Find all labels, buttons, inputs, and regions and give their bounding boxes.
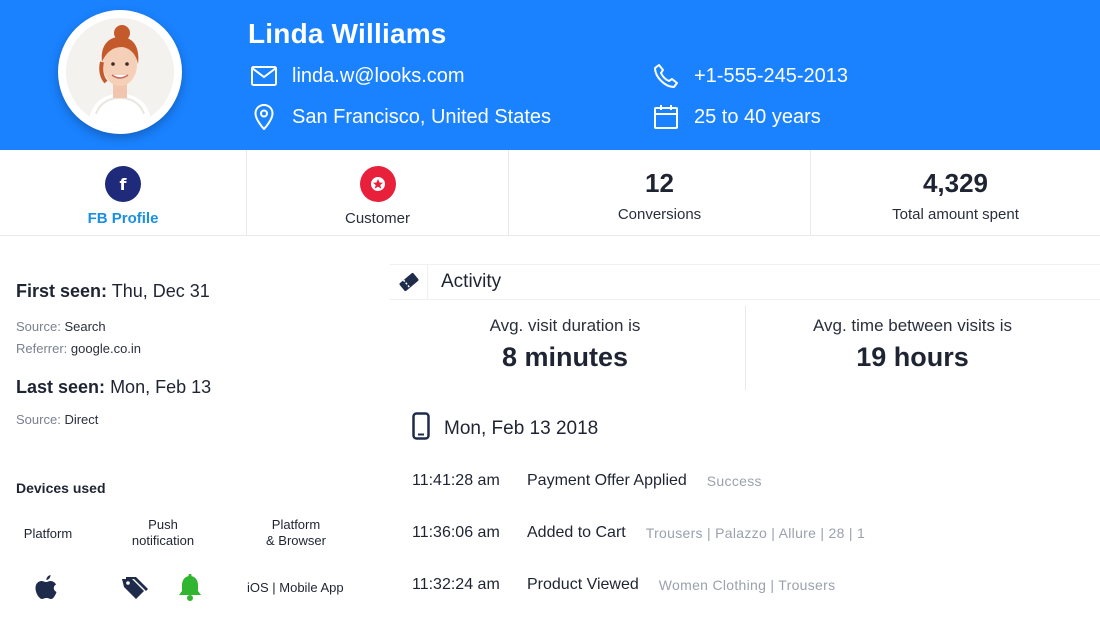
email-text[interactable]: linda.w@looks.com — [292, 65, 465, 88]
stat-conversions: 12 Conversions — [509, 150, 811, 236]
avatar-ring — [58, 10, 182, 134]
phone-row: +1-555-245-2013 — [652, 62, 848, 90]
location-text: San Francisco, United States — [292, 105, 552, 128]
event-time: 11:36:06 am — [412, 524, 500, 541]
devices-title: Devices used — [16, 480, 106, 496]
col-push-line1: Push — [148, 517, 178, 532]
stats-row: f FB Profile Customer 12 Conversions 4,3… — [0, 150, 1100, 236]
location-pin-icon — [250, 103, 278, 131]
first-seen-source: Source: Search — [16, 319, 106, 334]
apple-icon — [32, 574, 60, 602]
avg-visit-value: 8 minutes — [501, 342, 629, 372]
last-seen-value: Mon, Feb 13 — [110, 377, 212, 397]
profile-header: Linda Williams linda.w@looks.com San Fra… — [0, 0, 1100, 150]
stat-fb-profile[interactable]: f FB Profile — [0, 150, 247, 236]
source-value: Search — [64, 319, 106, 334]
activity-date-row: Mon, Feb 13 2018 — [412, 412, 598, 445]
conversions-value: 12 — [645, 168, 674, 198]
ticket-icon — [390, 265, 428, 299]
source-value: Direct — [64, 412, 99, 427]
stat-total-spent: 4,329 Total amount spent — [811, 150, 1100, 236]
tags-icon — [120, 574, 150, 602]
user-photo — [66, 18, 174, 126]
avg-visit-caption: Avg. visit duration is — [489, 316, 641, 335]
phone-icon — [652, 62, 680, 90]
event-name: Added to Cart — [527, 524, 626, 541]
avg-divider — [745, 306, 746, 390]
avg-between-value: 19 hours — [856, 342, 969, 372]
event-row[interactable]: 11:32:24 am Product Viewed Women Clothin… — [412, 573, 835, 597]
customer-label: Customer — [344, 210, 411, 227]
col-pb-line1: Platform — [271, 517, 321, 532]
event-row[interactable]: 11:41:28 am Payment Offer Applied Succes… — [412, 469, 762, 493]
location-row: San Francisco, United States — [250, 103, 551, 131]
event-time: 11:41:28 am — [412, 472, 500, 489]
referrer-value: google.co.in — [70, 341, 142, 356]
referrer-label: Referrer: — [16, 341, 68, 356]
event-time: 11:32:24 am — [412, 576, 500, 593]
mail-icon — [250, 62, 278, 90]
col-push-line2: notification — [131, 533, 195, 548]
activity-header: Activity — [390, 264, 1100, 300]
event-name: Product Viewed — [527, 576, 639, 593]
col-platform: Platform — [23, 526, 73, 541]
last-seen-source: Source: Direct — [16, 412, 98, 427]
svg-text:f: f — [120, 175, 128, 194]
platform-browser-value: iOS | Mobile App — [247, 580, 344, 595]
avg-between-caption: Avg. time between visits is — [812, 316, 1013, 335]
source-label: Source: — [16, 319, 61, 334]
visitor-summary-panel: First seen: Thu, Dec 31 Source: Search R… — [0, 240, 380, 625]
first-seen-referrer: Referrer: google.co.in — [16, 341, 141, 356]
col-pb-line2: & Browser — [266, 533, 326, 548]
star-icon — [359, 166, 396, 202]
email-row: linda.w@looks.com — [250, 62, 465, 90]
event-detail: Success — [706, 473, 762, 489]
phone-text[interactable]: +1-555-245-2013 — [694, 65, 848, 88]
facebook-icon[interactable]: f — [105, 166, 141, 202]
avg-visit-duration: Avg. visit duration is 8 minutes — [440, 302, 690, 390]
activity-title: Activity — [441, 271, 502, 292]
last-seen-title: Last seen: Mon, Feb 13 — [16, 377, 211, 398]
avatar[interactable] — [66, 18, 174, 126]
stat-customer: Customer — [247, 150, 509, 236]
bell-icon — [176, 573, 204, 603]
event-row[interactable]: 11:36:06 am Added to Cart Trousers | Pal… — [412, 521, 865, 545]
first-seen-title: First seen: Thu, Dec 31 — [16, 281, 210, 302]
age-range-text: 25 to 40 years — [694, 105, 821, 128]
event-name: Payment Offer Applied — [527, 472, 687, 489]
col-platform-browser: Platform & Browser — [250, 517, 342, 549]
source-label: Source: — [16, 412, 61, 427]
fb-profile-link[interactable]: FB Profile — [88, 210, 159, 227]
avg-time-between-visits: Avg. time between visits is 19 hours — [790, 302, 1035, 390]
user-name: Linda Williams — [248, 18, 447, 49]
calendar-icon — [652, 103, 680, 131]
total-spent-label: Total amount spent — [892, 206, 1019, 223]
mobile-phone-icon — [412, 412, 430, 445]
col-push-notification: Push notification — [118, 517, 208, 549]
activity-date: Mon, Feb 13 2018 — [444, 417, 599, 439]
total-spent-value: 4,329 — [922, 168, 989, 198]
conversions-label: Conversions — [617, 206, 702, 223]
first-seen-value: Thu, Dec 31 — [111, 281, 210, 301]
event-detail: Women Clothing | Trousers — [658, 577, 836, 593]
event-detail: Trousers | Palazzo | Allure | 28 | 1 — [645, 525, 866, 541]
age-row: 25 to 40 years — [652, 103, 821, 131]
first-seen-label: First seen: — [16, 281, 108, 301]
last-seen-label: Last seen: — [16, 377, 106, 397]
